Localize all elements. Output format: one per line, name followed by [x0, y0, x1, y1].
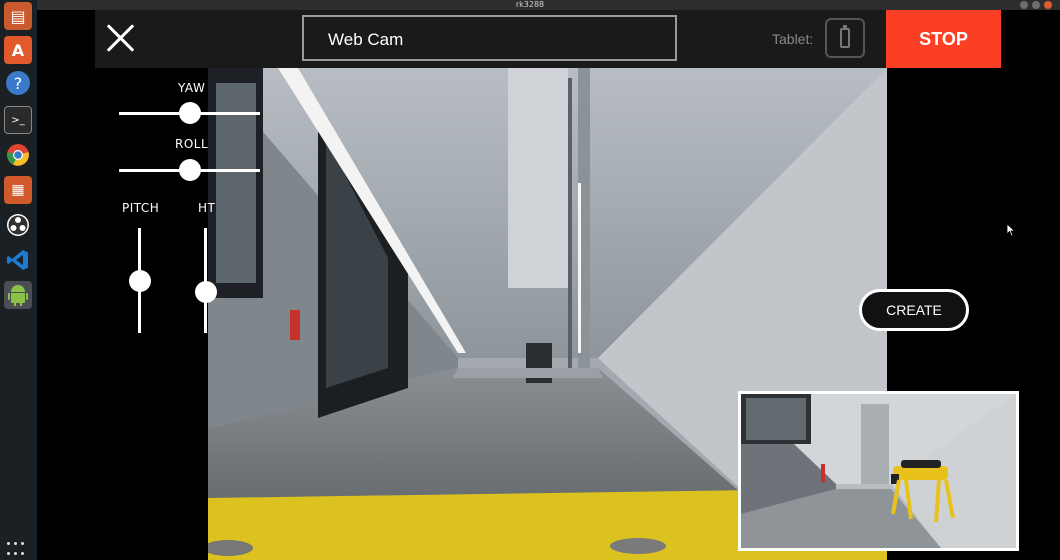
height-slider-knob[interactable] — [195, 281, 217, 303]
show-applications-icon[interactable] — [7, 542, 29, 558]
pitch-label: PITCH — [122, 201, 160, 215]
close-window-button[interactable] — [1044, 1, 1052, 9]
window-titlebar: rk3288 — [0, 0, 1060, 10]
height-label: HT — [198, 201, 216, 215]
yaw-label: YAW — [178, 81, 206, 95]
tablet-battery-indicator — [825, 18, 865, 58]
files-icon[interactable]: ▤ — [4, 2, 32, 30]
camera-select[interactable]: Web Cam — [302, 15, 677, 61]
yaw-slider-knob[interactable] — [179, 102, 201, 124]
terminal-icon[interactable]: >_ — [4, 106, 32, 134]
mouse-cursor-icon — [1006, 223, 1016, 237]
minimize-button[interactable] — [1020, 1, 1028, 9]
vscode-icon[interactable] — [4, 246, 32, 274]
top-bar: Web Cam Tablet: STOP — [95, 10, 1001, 68]
obs-icon[interactable] — [4, 211, 32, 239]
robot-overview-camera — [738, 391, 1019, 551]
roll-label: ROLL — [175, 137, 209, 151]
battery-icon — [840, 25, 850, 48]
create-button[interactable]: CREATE — [859, 289, 969, 331]
robot-dog-view — [741, 394, 1016, 548]
software-center-icon[interactable]: A — [4, 36, 32, 64]
impress-icon[interactable]: ▦ — [4, 176, 32, 204]
chrome-icon[interactable] — [4, 141, 32, 169]
window-title: rk3288 — [515, 0, 545, 9]
help-icon[interactable]: ? — [6, 71, 30, 95]
stop-button[interactable]: STOP — [886, 10, 1001, 68]
roll-slider-knob[interactable] — [179, 159, 201, 181]
maximize-button[interactable] — [1032, 1, 1040, 9]
window-controls — [1020, 1, 1052, 9]
pitch-slider-knob[interactable] — [129, 270, 151, 292]
android-studio-icon[interactable] — [4, 281, 32, 309]
launcher-dock: ▤ A ? >_ ▦ — [0, 0, 37, 560]
close-icon[interactable] — [105, 22, 137, 54]
robot-control-app: Web Cam Tablet: STOP YAW ROLL PITCH HT C… — [37, 10, 1060, 560]
tablet-battery-label: Tablet: — [772, 31, 814, 47]
